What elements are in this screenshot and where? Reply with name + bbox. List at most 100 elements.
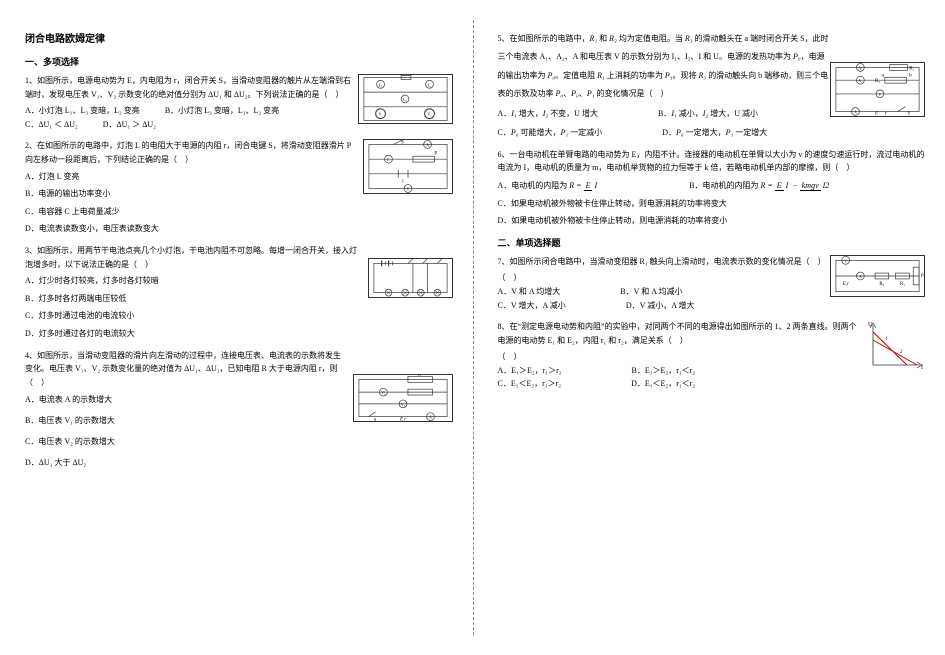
- q8-option-c: C．E₁＜E₂，r₁＞r₂: [498, 377, 562, 391]
- question-8: 8、在“测定电源电动势和内阻”的实验中，对同两个不同的电源得出如图所示的 1、2…: [498, 320, 931, 391]
- q1-option-a: A．小灯泡 L₁、L₃ 变暗，L₂ 变亮: [25, 104, 140, 118]
- q5-p1b: P₁: [587, 89, 595, 98]
- svg-text:V₁: V₁: [378, 113, 383, 117]
- q5-p0b: P₀: [571, 89, 579, 98]
- q3-option-c: C．灯多时通过电池的电流较小: [25, 309, 458, 323]
- svg-text:P: P: [921, 274, 924, 279]
- q5-stem-part: 、: [563, 89, 571, 98]
- q6-option-a: A．电动机的内阻为 R = EI: [498, 179, 600, 193]
- q5-option-a: A．I₁ 增大，I₂ 不变，U 增大: [498, 107, 598, 121]
- q5-option-c: C．P₀ 可能增大，P₁ 一定减小: [498, 126, 603, 140]
- question-7-options-row2: C．V 增大，A 减小 D．V 减小，A 增大: [498, 299, 931, 313]
- svg-text:A: A: [854, 110, 857, 114]
- q5-option-b: B．I₁ 减小，I₂ 增大，U 减小: [658, 107, 758, 121]
- q2-option-d: D．电流表读数变小，电压表读数变大: [25, 222, 458, 236]
- q5-circuit-figure: A₁ R₁ A₂ a b R₂ V A E r S: [830, 62, 925, 117]
- q5-r2: R₂: [609, 34, 617, 43]
- question-6-stem: 6、一台电动机在单臂电路的电动势为 E，内阻不计。连接器的电动机在单臂以大小为 …: [498, 148, 931, 175]
- svg-text:r: r: [885, 111, 887, 116]
- q2-option-c: C．电容器 C 上电荷量减少: [25, 205, 458, 219]
- section-2-heading: 二、单项选择题: [498, 236, 931, 249]
- svg-text:R₀: R₀: [879, 282, 884, 287]
- svg-text:C: C: [401, 180, 404, 184]
- q8-graph-figure: U I 1 2: [865, 320, 925, 370]
- question-4: 4、如图所示，当滑动变阻器的滑片向左滑动的过程中，连接电压表、电流表的示数将发生…: [25, 349, 458, 472]
- q4-option-c: C．电压表 V₂ 的示数增大: [25, 434, 458, 451]
- svg-text:S: S: [907, 111, 910, 116]
- q6-option-d: D．如果电动机被外物被卡住停止转动，则电源消耗的功率将变小: [498, 214, 931, 228]
- svg-text:1: 1: [885, 337, 888, 342]
- question-3: 3、如图所示，用两节干电池点亮几个小灯泡，干电池内阻不可忽略。每增一闭合开关，接…: [25, 244, 458, 341]
- svg-text:L₁: L₁: [378, 83, 382, 87]
- svg-text:A: A: [859, 275, 862, 279]
- svg-text:S: S: [401, 141, 404, 146]
- q3-option-d: D．灯多时通过各灯的电流较大: [25, 327, 458, 341]
- question-8-options-row2: C．E₁＜E₂，r₁＞r₂ D．E₁＜E₂，r₁＜r₂: [498, 377, 931, 391]
- svg-text:R: R: [418, 374, 422, 377]
- q4-option-d: D．ΔU₁ 大于 ΔU₂: [25, 455, 458, 472]
- q7-option-c: C．V 增大，A 减小: [498, 299, 566, 313]
- svg-text:P: P: [434, 152, 437, 157]
- q3-circuit-figure: [368, 258, 453, 298]
- svg-text:L: L: [387, 158, 390, 162]
- q5-stem-part: 上消耗的功率为: [605, 71, 665, 80]
- q5-stem-part: 和: [597, 34, 609, 43]
- q5-stem-part: 均为定值电阻。当: [617, 34, 685, 43]
- q5-p0: P₀: [793, 52, 801, 61]
- question-1: 1、如图所示，电源电动势为 E，内电阻为 r，闭合开关 S，当滑动变阻器的触片从…: [25, 74, 458, 131]
- svg-text:b: b: [909, 73, 912, 78]
- q6-option-b: B．电动机的内阻为 R = EI − kmgvI2: [689, 179, 831, 193]
- question-5-options-row2: C．P₀ 可能增大，P₁ 一定减小 D．P₀ 一定增大，P₁ 一定增大: [498, 126, 931, 140]
- svg-text:R₂: R₂: [875, 79, 880, 84]
- q7-circuit-figure: V E,r A R₀ R₁ P: [830, 255, 925, 297]
- question-5: 5、在如图所示的电路中，R₁ 和 R₂ 均为定值电阻。当 R₃ 的滑动触头在 a…: [498, 30, 931, 140]
- section-1-heading: 一、多项选择: [25, 55, 458, 68]
- question-6-options-row2: C．如果电动机被外物被卡住停止转动，则电源消耗的功率将变大 D．如果电动机被外物…: [498, 197, 931, 228]
- right-column: 5、在如图所示的电路中，R₁ 和 R₂ 均为定值电阻。当 R₃ 的滑动触头在 a…: [473, 0, 945, 655]
- svg-text:A₁: A₁: [858, 66, 863, 70]
- q5-stem-part: 。定值电阻: [555, 71, 597, 80]
- svg-text:A: A: [426, 144, 429, 148]
- q5-stem-part: 5、在如图所示的电路中，: [498, 34, 590, 43]
- svg-text:V: V: [879, 93, 882, 97]
- q7-option-d: D．V 减小，A 增大: [626, 299, 695, 313]
- question-6-options-row1: A．电动机的内阻为 R = EI B．电动机的内阻为 R = EI − kmgv…: [498, 179, 931, 193]
- svg-text:V: V: [406, 188, 409, 192]
- svg-text:E r: E r: [398, 417, 405, 421]
- svg-text:E: E: [874, 111, 878, 116]
- document-title: 闭合电路欧姆定律: [25, 30, 458, 45]
- q7-option-a: A．V 和 A 均增大: [498, 285, 561, 299]
- svg-text:A₂: A₂: [858, 79, 863, 83]
- q1-circuit-figure: L₁ L₂ L₃ V₁ V₂: [358, 74, 453, 124]
- q5-r1b: R₁: [597, 71, 605, 80]
- q8-option-d: D．E₁＜E₂，r₁＜r₂: [631, 377, 695, 391]
- q1-option-c: C．ΔU₁ ＜ ΔU₂: [25, 118, 78, 132]
- question-7: 7、如图所示闭合电路中，当滑动变阻器 R₁ 触头向上滑动时，电流表示数的变化情况…: [498, 255, 931, 312]
- svg-text:V₂: V₂: [427, 113, 432, 117]
- q4-circuit-figure: R V₁ V₂ S E r A: [353, 374, 453, 422]
- svg-text:I: I: [921, 365, 923, 370]
- question-2: 2、在如图所示的电路中，灯泡 L 的电阻大于电源的内阻 r，闭合电键 S，将滑动…: [25, 139, 458, 236]
- svg-text:R₁: R₁: [909, 66, 914, 71]
- svg-text:L₃: L₃: [403, 98, 407, 102]
- svg-text:U: U: [868, 322, 873, 328]
- svg-text:A: A: [429, 415, 432, 419]
- svg-text:2: 2: [900, 350, 903, 355]
- q5-p1: P₁: [665, 71, 673, 80]
- svg-text:S: S: [373, 418, 376, 421]
- left-column: 闭合电路欧姆定律 一、多项选择 1、如图所示，电源电动势为 E，内电阻为 r，闭…: [0, 0, 473, 655]
- q8-option-a: A．E₁＞E₂，r₁＞r₂: [498, 364, 562, 378]
- q1-option-b: B．小灯泡 L₃ 变暗，L₁、L₂ 变亮: [165, 104, 279, 118]
- q5-stem-part: 。现将: [673, 71, 699, 80]
- svg-text:R₁: R₁: [900, 282, 905, 287]
- q7-option-b: B．V 和 A 均减小: [620, 285, 682, 299]
- svg-text:a: a: [882, 73, 885, 78]
- svg-text:E,r: E,r: [842, 282, 849, 287]
- q5-option-d: D．P₀ 一定增大，P₁ 一定增大: [662, 126, 767, 140]
- svg-text:V: V: [844, 259, 847, 263]
- q5-r3: R₃: [685, 34, 693, 43]
- q5-stem-part: 、: [579, 89, 587, 98]
- svg-text:V₁: V₁: [381, 391, 386, 395]
- svg-text:V₂: V₂: [400, 402, 405, 406]
- q1-option-d: D．ΔU₁ ＞ ΔU₂: [103, 118, 156, 132]
